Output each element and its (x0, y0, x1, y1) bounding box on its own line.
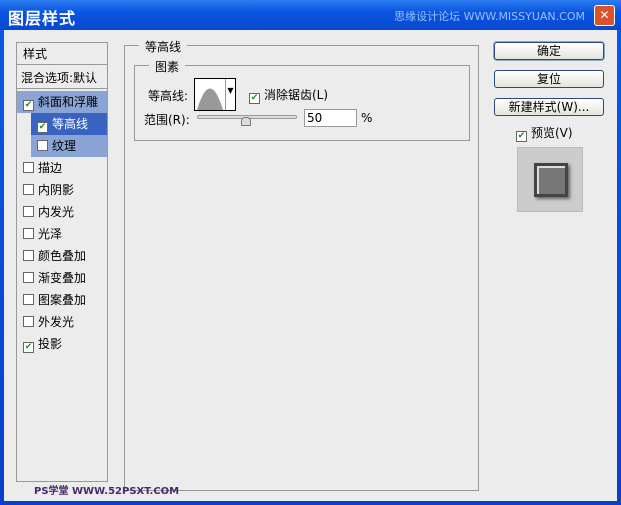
range-slider[interactable] (197, 115, 297, 126)
style-item-label: 内阴影 (38, 183, 75, 197)
checkbox-icon[interactable] (37, 140, 48, 151)
style-item-label: 斜面和浮雕 (38, 95, 99, 109)
style-item[interactable]: 内阴影 (17, 179, 107, 201)
dialog-body: 样式 混合选项:默认 ✔ 斜面和浮雕 ✔ 等高线纹理描边内阴影内发光光泽颜色叠加渐变叠… (4, 30, 617, 501)
range-unit: % (361, 111, 373, 125)
reset-button[interactable]: 复位 (494, 70, 604, 88)
range-label: 范围(R): (144, 113, 190, 127)
footer-watermark: PS学堂 WWW.52PSXT.COM (34, 486, 180, 497)
style-item[interactable]: 渐变叠加 (17, 267, 107, 289)
title-bar[interactable]: 图层样式 思缘设计论坛 WWW.MISSYUAN.COM ✕ (0, 0, 621, 30)
preview-swatch (534, 163, 568, 197)
dialog-title: 图层样式 (8, 9, 77, 28)
style-item[interactable]: 外发光 (17, 311, 107, 333)
elements-group: 图素 等高线: ▼ ✔ 消除锯齿(L) 范围(R): % (134, 58, 470, 141)
checkbox-icon[interactable]: ✔ (23, 342, 34, 353)
antialias-checkbox[interactable]: ✔ 消除锯齿(L) (249, 86, 328, 104)
checkbox-icon[interactable] (23, 272, 34, 283)
contour-label: 等高线: (148, 89, 189, 103)
checkbox-icon[interactable]: ✔ (23, 100, 34, 111)
new-style-button[interactable]: 新建样式(W)... (494, 98, 604, 116)
style-item-label: 投影 (38, 337, 63, 351)
check-icon: ✔ (249, 93, 260, 104)
contour-picker[interactable]: ▼ (194, 78, 236, 111)
panel-title: 等高线 (139, 38, 188, 55)
style-item-label: 等高线 (52, 117, 89, 131)
style-item[interactable]: 纹理 (31, 135, 107, 157)
style-item[interactable]: ✔ 斜面和浮雕 (17, 91, 107, 113)
close-button[interactable]: ✕ (594, 5, 615, 26)
checkbox-icon[interactable] (23, 250, 34, 261)
styles-header: 样式 (17, 43, 107, 65)
checkbox-icon[interactable] (23, 162, 34, 173)
style-item[interactable]: 描边 (17, 157, 107, 179)
contour-panel: 等高线 图素 等高线: ▼ ✔ 消除锯齿(L) 范围(R): % (124, 38, 479, 491)
range-input[interactable] (304, 109, 357, 127)
style-item-label: 纹理 (52, 139, 77, 153)
slider-thumb[interactable] (241, 117, 251, 126)
watermark: 思缘设计论坛 WWW.MISSYUAN.COM (394, 10, 585, 23)
checkbox-icon[interactable] (23, 184, 34, 195)
group-title: 图素 (149, 58, 186, 75)
blend-options[interactable]: 混合选项:默认 (17, 67, 107, 89)
style-preview (517, 147, 583, 212)
styles-list: 样式 混合选项:默认 ✔ 斜面和浮雕 ✔ 等高线纹理描边内阴影内发光光泽颜色叠加渐变叠… (16, 42, 108, 482)
dialog-window: 图层样式 思缘设计论坛 WWW.MISSYUAN.COM ✕ 样式 混合选项:默… (0, 0, 621, 505)
check-icon: ✔ (516, 131, 527, 142)
style-item[interactable]: 图案叠加 (17, 289, 107, 311)
style-item-label: 渐变叠加 (38, 271, 87, 285)
antialias-label: 消除锯齿(L) (264, 88, 329, 102)
checkbox-icon[interactable] (23, 316, 34, 327)
checkbox-icon[interactable] (23, 294, 34, 305)
preview-label: 预览(V) (531, 126, 573, 140)
style-item-label: 描边 (38, 161, 63, 175)
style-item-label: 光泽 (38, 227, 63, 241)
style-item[interactable]: 颜色叠加 (17, 245, 107, 267)
style-item-label: 外发光 (38, 315, 75, 329)
checkbox-icon[interactable] (23, 206, 34, 217)
style-item[interactable]: 内发光 (17, 201, 107, 223)
style-item-label: 图案叠加 (38, 293, 87, 307)
chevron-down-icon[interactable]: ▼ (225, 79, 235, 110)
style-item[interactable]: ✔ 等高线 (31, 113, 107, 135)
style-item[interactable]: ✔ 投影 (17, 333, 107, 355)
style-item-label: 颜色叠加 (38, 249, 87, 263)
contour-curve-icon (197, 88, 223, 110)
style-item[interactable]: 光泽 (17, 223, 107, 245)
style-item-label: 内发光 (38, 205, 75, 219)
ok-button[interactable]: 确定 (494, 42, 604, 60)
checkbox-icon[interactable]: ✔ (37, 122, 48, 133)
preview-checkbox[interactable]: ✔ 预览(V) (516, 124, 573, 142)
checkbox-icon[interactable] (23, 228, 34, 239)
